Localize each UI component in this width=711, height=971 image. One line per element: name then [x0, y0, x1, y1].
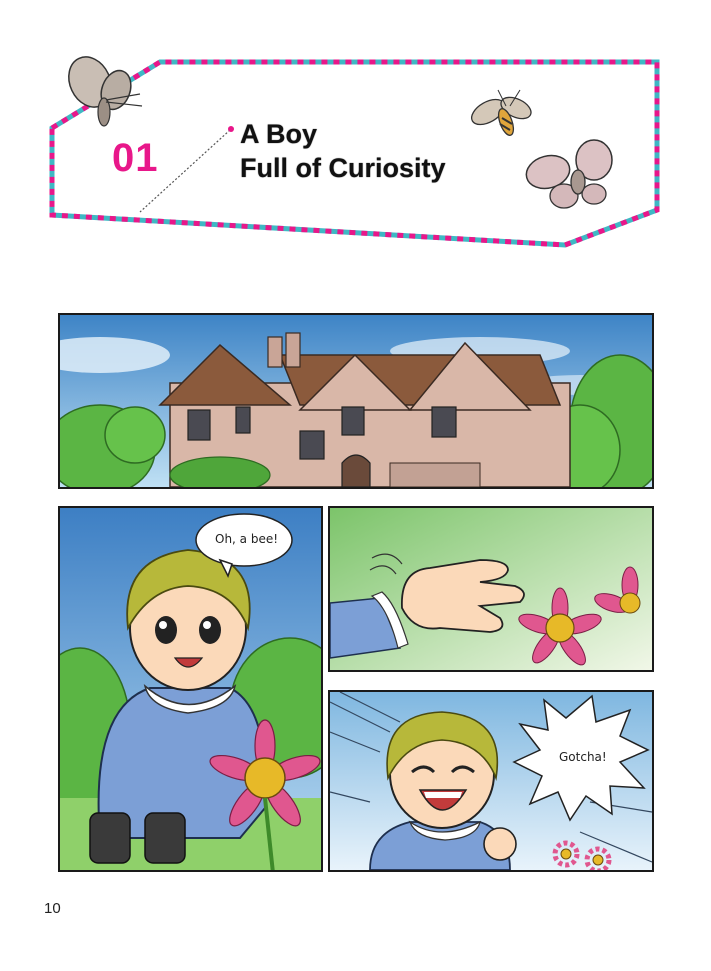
page-number: 10 [44, 900, 61, 917]
panel-manor-house [58, 313, 654, 489]
speech-bubble-oh-a-bee: Oh, a bee! [215, 532, 279, 546]
panel-hand-reaches [328, 506, 654, 672]
panel-gotcha: Gotcha! [328, 690, 654, 872]
moth-icon [525, 139, 613, 209]
speech-bubble-gotcha: Gotcha! [559, 750, 607, 764]
panel-boy-sees-bee: Oh, a bee! [58, 506, 323, 872]
chapter-title-line-2: Full of Curiosity [240, 153, 446, 183]
chapter-title: A Boy Full of Curiosity [240, 117, 446, 185]
chapter-title-line-1: A Boy [240, 119, 318, 149]
bee-icon [470, 89, 532, 136]
chapter-number: 01 [112, 136, 159, 180]
